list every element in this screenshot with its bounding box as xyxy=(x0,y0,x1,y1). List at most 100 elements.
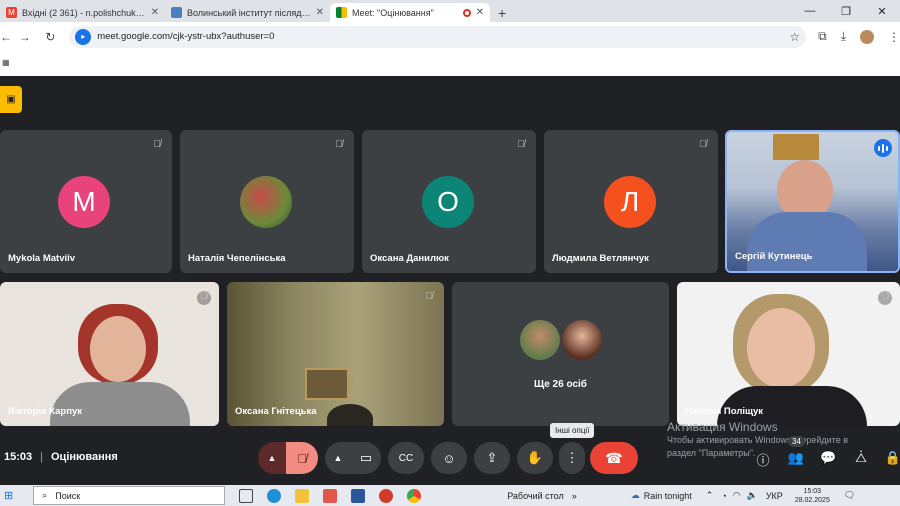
desktop-label[interactable]: Рабочий стол xyxy=(507,491,564,501)
red-app-icon[interactable] xyxy=(379,488,394,503)
activation-line: Чтобы активировать Windows, перейдите в xyxy=(667,435,848,445)
notification-icon[interactable]: 🗨 xyxy=(844,490,855,501)
camera-toggle-button[interactable]: ▭ xyxy=(351,442,381,474)
browser-tab-bar: M Вхідні (2 361) - n.polishchuk@v ✕ Воли… xyxy=(0,0,900,22)
wifi-icon[interactable]: ◠ xyxy=(733,490,741,501)
present-screen-icon: ⇪ xyxy=(486,450,498,465)
captions-icon: CC xyxy=(398,452,414,464)
participant-tile[interactable]: O 🎙̸ Оксана Данилюк xyxy=(362,130,536,273)
audio-options-button[interactable]: ▲ xyxy=(258,442,286,474)
file-explorer-icon[interactable] xyxy=(295,488,310,503)
mic-off-icon: 🎙̸ xyxy=(878,291,892,305)
mic-toggle-button[interactable]: 🎙̸ xyxy=(286,442,318,474)
participant-name: Сергій Кутинець xyxy=(735,251,813,262)
participant-tile[interactable]: 🎙̸ Оксана Гнітецька xyxy=(227,282,444,426)
taskbar-search[interactable]: ⌕ Поиск xyxy=(33,486,226,505)
reload-icon[interactable]: ↻ xyxy=(38,30,64,44)
apps-grid-icon[interactable]: ▦ xyxy=(2,58,10,67)
extensions-icon[interactable]: ⧉ xyxy=(818,29,827,44)
emoji-icon: ☺ xyxy=(442,450,456,466)
activities-button[interactable]: ⧊ xyxy=(845,450,877,469)
participant-name: Наталія Чепелінська xyxy=(188,253,286,264)
present-button[interactable]: ⇪ xyxy=(474,442,510,474)
pdf-app-icon[interactable] xyxy=(323,488,338,503)
close-icon[interactable]: ✕ xyxy=(476,7,484,18)
avatar: Л xyxy=(604,176,656,228)
meeting-details-button[interactable]: ⓘ xyxy=(746,450,780,469)
word-icon[interactable] xyxy=(351,488,366,503)
meeting-time: 15:03 xyxy=(4,451,33,463)
avatar: M xyxy=(58,176,110,228)
profile-avatar[interactable] xyxy=(860,29,874,44)
captions-button[interactable]: CC xyxy=(388,442,424,474)
network-icon[interactable]: ◔ xyxy=(721,491,726,501)
participant-tile[interactable]: 🎙̸ Наталія Чепелінська xyxy=(180,130,354,273)
participants-count-badge: 34 xyxy=(788,436,805,447)
tab-gmail[interactable]: M Вхідні (2 361) - n.polishchuk@v ✕ xyxy=(0,3,165,22)
more-options-button[interactable]: ⋮ xyxy=(559,442,585,474)
hand-icon: ✋ xyxy=(526,450,544,465)
tab-title: Волинський інститут післядипл xyxy=(187,7,311,18)
participant-name: Mykola Matviiv xyxy=(8,253,76,264)
edge-icon[interactable] xyxy=(267,488,282,503)
host-controls-button[interactable]: 🔒 xyxy=(877,450,900,469)
menu-icon[interactable]: ⋮ xyxy=(888,30,900,44)
speaking-indicator-icon xyxy=(874,139,892,157)
task-view-icon[interactable] xyxy=(239,488,254,503)
chevron-icon[interactable]: » xyxy=(572,491,577,501)
weather-icon: ☁ xyxy=(630,490,640,500)
downloads-icon[interactable]: ⤓ xyxy=(841,29,846,44)
language-indicator[interactable]: УКР xyxy=(766,491,783,501)
site-info-icon[interactable]: ▸ xyxy=(75,28,92,45)
people-button[interactable]: 👥 xyxy=(780,450,812,469)
chrome-icon[interactable] xyxy=(407,488,422,503)
leave-call-button[interactable]: ☎ xyxy=(590,442,638,474)
others-count: Ще 26 осіб xyxy=(534,379,587,390)
participant-tile-active[interactable]: Сергій Кутинець xyxy=(725,130,900,273)
meet-side-tools: ⓘ 👥 💬 ⧊ 🔒 xyxy=(746,450,900,469)
mic-off-icon: 🎙̸ xyxy=(297,450,307,466)
person-body xyxy=(50,382,190,426)
participant-name: Оксана Данилюк xyxy=(370,253,449,264)
tab-institute[interactable]: Волинський інститут післядипл ✕ xyxy=(165,3,330,22)
close-icon[interactable]: ✕ xyxy=(316,7,324,18)
mic-off-icon: 🎙̸ xyxy=(517,139,525,150)
close-window-icon[interactable]: ✕ xyxy=(864,5,900,18)
back-icon[interactable]: ← xyxy=(0,30,12,44)
taskbar-clock[interactable]: 15:03 28.02.2025 xyxy=(795,487,830,505)
browser-toolbar: ⧉ ⤓ ⋮ xyxy=(806,29,900,44)
participant-tile[interactable]: M 🎙̸ Mykola Matviiv xyxy=(0,130,172,273)
weather-text[interactable]: Rain tonight xyxy=(644,491,692,501)
url-field[interactable]: ▸ meet.google.com/cjk-ystr-ubx?authuser=… xyxy=(69,25,807,48)
minimize-icon[interactable]: — xyxy=(792,5,828,17)
participant-tile[interactable]: 🎙̸ Вікторія Карпук xyxy=(0,282,219,426)
more-options-tooltip: Інші опції xyxy=(550,423,595,438)
reactions-button[interactable]: ☺ xyxy=(431,442,467,474)
mic-off-icon: 🎙̸ xyxy=(335,139,343,150)
address-bar-row: ← → ↻ ▸ meet.google.com/cjk-ystr-ubx?aut… xyxy=(0,22,900,51)
close-icon[interactable]: ✕ xyxy=(151,7,159,18)
tray-chevron-icon[interactable]: ⌃ xyxy=(706,490,714,501)
tab-meet[interactable]: Meet: "Оцінювання" ✕ xyxy=(330,3,490,22)
raise-hand-button[interactable]: ✋ xyxy=(517,442,553,474)
wall-picture xyxy=(305,368,349,400)
divider: | xyxy=(40,451,43,463)
bookmark-star-icon[interactable]: ☆ xyxy=(789,30,800,44)
chat-button[interactable]: 💬 xyxy=(812,450,845,469)
new-tab-button[interactable]: + xyxy=(490,3,514,22)
search-icon: ⌕ xyxy=(42,490,48,500)
forward-icon[interactable]: → xyxy=(12,30,38,44)
recording-badge-icon[interactable]: ▣ xyxy=(0,86,22,113)
participant-tile[interactable]: Л 🎙̸ Людмила Ветлянчук xyxy=(544,130,718,273)
volume-icon[interactable]: 🔈 xyxy=(747,490,758,501)
start-icon[interactable]: ⊞ xyxy=(4,489,13,502)
bookmarks-bar xyxy=(0,51,900,76)
mic-off-icon: 🎙̸ xyxy=(153,139,161,150)
participant-tile[interactable]: 🎙̸ Наталія Поліщук xyxy=(677,282,900,426)
participant-name: Оксана Гнітецька xyxy=(235,406,317,417)
video-options-button[interactable]: ▲ xyxy=(325,442,351,474)
others-tile[interactable]: Ще 26 осіб xyxy=(452,282,669,426)
maximize-icon[interactable]: ❐ xyxy=(828,5,864,18)
hangup-icon: ☎ xyxy=(605,449,623,466)
clock-time: 15:03 xyxy=(803,487,822,495)
